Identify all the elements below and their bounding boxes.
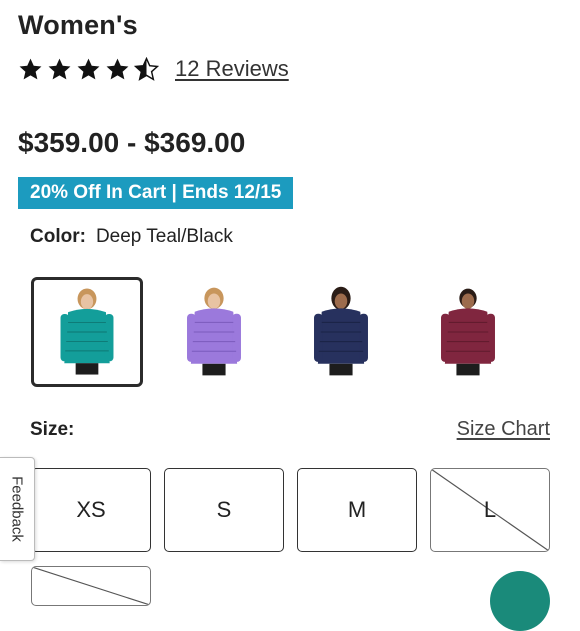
jacket-thumbnail [187,287,241,376]
feedback-label: Feedback [8,476,26,542]
star-icon [48,58,71,79]
size-chart-link[interactable]: Size Chart [457,418,550,441]
star-icon [77,58,100,79]
size-option-label: M [347,497,367,522]
size-label: Size: [30,419,75,440]
color-swatch-navy[interactable] [285,277,397,387]
size-option-m[interactable]: M [297,468,417,552]
jacket-thumbnail [60,288,114,375]
price-range: $359.00 - $369.00 [18,127,246,158]
size-option-label: XS [76,497,106,522]
color-selection-label: Color: Deep Teal/Black [30,226,233,248]
color-value: Deep Teal/Black [95,226,233,247]
color-swatch-burgundy[interactable] [412,277,524,387]
size-option-s[interactable]: S [164,468,284,552]
color-swatch-purple[interactable] [158,277,270,387]
color-swatch-deep-teal[interactable] [31,277,143,387]
size-option-label: S [216,497,232,522]
chat-icon[interactable] [490,571,550,631]
unavailable-slash-icon [32,567,150,605]
reviews-link[interactable]: 12 Reviews [175,56,289,82]
star-icon [19,58,42,79]
color-label: Color: [30,226,86,247]
size-option-unavailable[interactable] [31,566,151,606]
half-star-icon [134,56,159,81]
size-option-xs[interactable]: XS [31,468,151,552]
star-icon [106,58,129,79]
promo-badge: 20% Off In Cart | Ends 12/15 [18,177,294,209]
size-option-l-unavailable[interactable]: L [430,468,550,552]
jacket-thumbnail [441,288,495,376]
star-rating [18,56,163,82]
jacket-thumbnail [314,286,368,376]
size-option-label: L [483,497,497,522]
product-title: Women's [18,10,138,40]
rating-row: 12 Reviews [18,54,289,84]
feedback-tab[interactable]: Feedback [0,457,35,561]
